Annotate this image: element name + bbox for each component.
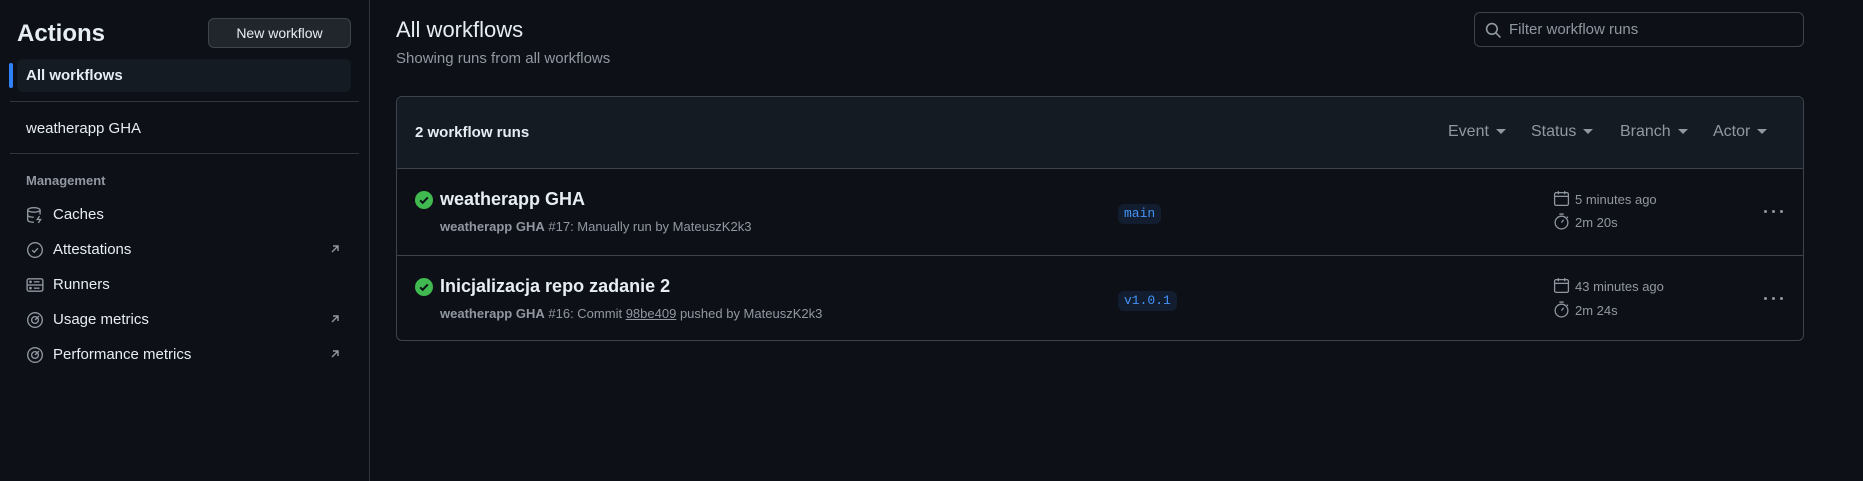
duration-text: 2m 24s (1575, 303, 1618, 318)
workflow-name: weatherapp GHA (440, 219, 545, 234)
search-icon (1485, 22, 1501, 38)
sidebar-item-label: Usage metrics (53, 311, 149, 328)
meter-icon (27, 347, 43, 363)
filter-runs-input[interactable] (1509, 13, 1794, 46)
calendar-icon (1553, 278, 1570, 294)
calendar-icon (1553, 191, 1570, 207)
page-subtitle: Showing runs from all workflows (396, 50, 611, 67)
run-detail-suffix: pushed by MateuszK2k3 (679, 306, 823, 321)
status-filter[interactable]: Status (1531, 123, 1594, 141)
filter-label: Status (1531, 123, 1577, 140)
chevron-down-icon (1677, 129, 1688, 135)
chevron-down-icon (1495, 129, 1506, 135)
more-options-icon[interactable] (1763, 289, 1785, 307)
sidebar: Actions New workflow All workflows weath… (0, 0, 370, 481)
timestamp-text: 5 minutes ago (1575, 192, 1657, 207)
run-detail-prefix: #16: Commit (548, 306, 623, 321)
sidebar-item-label: All workflows (26, 67, 123, 84)
verified-icon (27, 242, 43, 258)
timestamp-text: 43 minutes ago (1575, 279, 1664, 294)
table-row[interactable]: weatherapp GHA weatherapp GHA #17: Manua… (397, 169, 1803, 255)
check-circle-icon (415, 191, 433, 209)
sidebar-item-label: Performance metrics (53, 346, 192, 363)
stopwatch-icon (1554, 301, 1569, 318)
filter-label: Actor (1713, 123, 1751, 140)
sidebar-item-all-workflows[interactable]: All workflows (9, 59, 351, 92)
commit-sha-link[interactable]: 98be409 (626, 306, 677, 321)
run-detail: #17: Manually run by MateuszK2k3 (548, 219, 752, 234)
divider (10, 153, 359, 154)
run-meta: weatherapp GHA #16: Commit 98be409 pushe… (440, 306, 822, 321)
runs-table-header: 2 workflow runs Event Status Branch Acto… (397, 97, 1803, 169)
sidebar-item-runners[interactable]: Runners (26, 273, 341, 297)
chevron-down-icon (1583, 129, 1594, 135)
filter-label: Event (1448, 123, 1489, 140)
page-title: All workflows (396, 17, 524, 42)
table-row[interactable]: Inicjalizacja repo zadanie 2 weatherapp … (397, 255, 1803, 340)
sidebar-item-performance-metrics[interactable]: Performance metrics (26, 343, 341, 367)
sidebar-header: Actions New workflow (17, 18, 351, 50)
sidebar-item-label: Caches (53, 206, 104, 223)
main-content: All workflows Showing runs from all work… (371, 0, 1863, 481)
branch-label[interactable]: main (1118, 204, 1162, 224)
check-circle-icon (415, 278, 433, 296)
workflow-name: weatherapp GHA (440, 306, 545, 321)
external-link-icon (331, 350, 339, 358)
runs-count: 2 workflow runs (415, 124, 530, 141)
sidebar-item-usage-metrics[interactable]: Usage metrics (26, 308, 341, 332)
sidebar-item-caches[interactable]: Caches (26, 203, 341, 227)
event-filter[interactable]: Event (1448, 123, 1506, 141)
divider (10, 101, 359, 102)
more-options-icon[interactable] (1763, 202, 1785, 220)
run-title[interactable]: weatherapp GHA (440, 189, 585, 210)
sidebar-item-label: Attestations (53, 241, 132, 258)
run-title[interactable]: Inicjalizacja repo zadanie 2 (440, 276, 670, 297)
chevron-down-icon (1757, 129, 1768, 135)
active-indicator (9, 63, 13, 88)
actor-filter[interactable]: Actor (1713, 123, 1768, 141)
filter-label: Branch (1620, 123, 1671, 140)
filter-box[interactable] (1474, 12, 1804, 47)
sidebar-item-label: Runners (53, 276, 110, 293)
meter-icon (27, 312, 43, 328)
duration-text: 2m 20s (1575, 215, 1618, 230)
external-link-icon (331, 315, 339, 323)
branch-filter[interactable]: Branch (1620, 123, 1688, 141)
stopwatch-icon (1554, 213, 1569, 230)
external-link-icon (331, 245, 339, 253)
branch-label[interactable]: v1.0.1 (1118, 291, 1177, 311)
new-workflow-button[interactable]: New workflow (208, 18, 351, 48)
server-icon (26, 278, 44, 292)
database-icon (27, 207, 42, 224)
management-heading: Management (26, 173, 106, 188)
sidebar-title: Actions (17, 20, 106, 47)
sidebar-item-attestations[interactable]: Attestations (26, 238, 341, 262)
workflow-runs-table: 2 workflow runs Event Status Branch Acto… (396, 96, 1804, 341)
sidebar-item-workflow[interactable]: weatherapp GHA (26, 120, 141, 137)
run-meta: weatherapp GHA #17: Manually run by Mate… (440, 219, 751, 234)
